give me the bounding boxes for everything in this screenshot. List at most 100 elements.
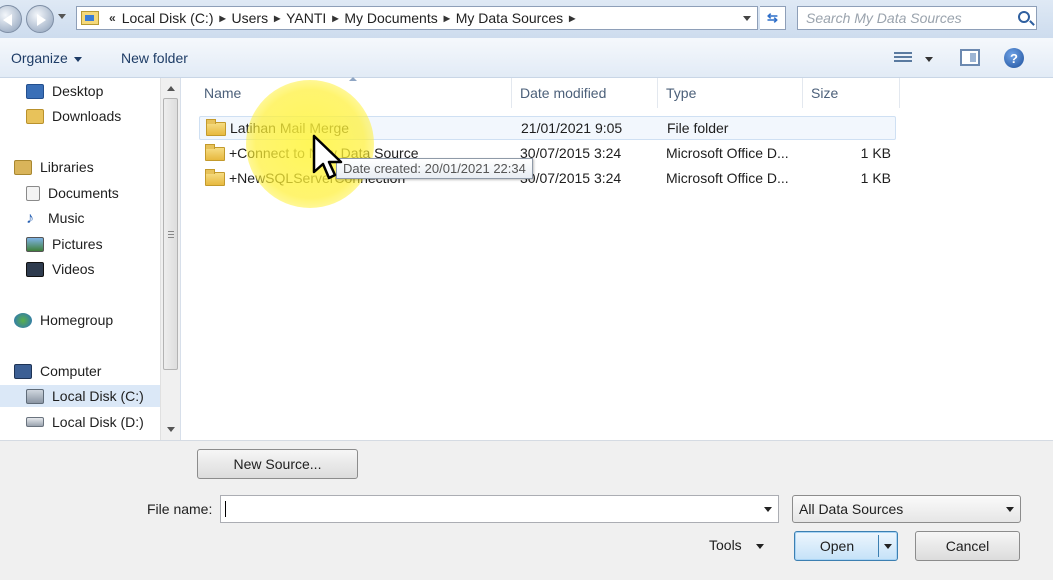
folder-location-icon	[81, 11, 99, 25]
pictures-icon	[26, 236, 44, 252]
organize-button[interactable]: Organize	[11, 50, 82, 66]
dialog-footer: New Source... File name: All Data Source…	[0, 440, 1053, 580]
scroll-up-icon[interactable]	[167, 86, 175, 91]
chevron-right-icon[interactable]: ▸	[444, 11, 450, 25]
nav-item-label: Desktop	[52, 83, 104, 99]
chevron-down-icon[interactable]	[764, 507, 772, 512]
file-type: Microsoft Office D...	[666, 145, 789, 161]
nav-item-pictures[interactable]: Pictures	[26, 233, 103, 255]
nav-item-videos[interactable]: Videos	[26, 258, 95, 280]
tools-menu[interactable]: Tools	[709, 537, 764, 553]
search-icon[interactable]	[1018, 11, 1030, 23]
address-bar: « Local Disk (C:) ▸ Users ▸ YANTI ▸ My D…	[0, 0, 1053, 38]
nav-item-computer[interactable]: Computer	[14, 360, 101, 382]
open-button[interactable]: Open	[794, 531, 898, 561]
nav-item-label: Documents	[48, 185, 119, 201]
file-size: 1 KB	[860, 170, 891, 186]
file-date: 21/01/2021 9:05	[521, 120, 623, 136]
documents-icon	[26, 185, 40, 201]
column-header-type[interactable]: Type	[666, 85, 696, 101]
chevron-right-icon[interactable]: ▸	[569, 11, 575, 25]
sort-ascending-icon	[349, 77, 357, 81]
nav-item-music[interactable]: ♪ Music	[26, 207, 85, 229]
file-date: 30/07/2015 3:24	[520, 170, 622, 186]
file-type-filter-select[interactable]: All Data Sources	[792, 495, 1021, 523]
scroll-thumb[interactable]	[163, 98, 178, 370]
table-row[interactable]: Latihan Mail Merge 21/01/2021 9:05 File …	[199, 116, 896, 140]
forward-button[interactable]	[26, 5, 54, 33]
table-row[interactable]: +NewSQLServerConnection 30/07/2015 3:24 …	[199, 167, 896, 191]
back-arrow-icon	[3, 14, 12, 26]
nav-item-local-disk-c[interactable]: Local Disk (C:)	[0, 385, 160, 407]
forward-arrow-icon	[37, 14, 46, 26]
nav-item-label: Downloads	[52, 108, 122, 124]
text-caret	[225, 501, 226, 517]
search-input[interactable]: Search My Data Sources	[797, 6, 1037, 30]
navigation-pane: Desktop Downloads Libraries Documents ♪ …	[0, 78, 181, 440]
file-list: Name Date modified Type Size Latihan Mai…	[181, 77, 1053, 440]
breadcrumb-overflow[interactable]: «	[109, 11, 116, 25]
column-header-date-modified[interactable]: Date modified	[520, 85, 606, 101]
folder-icon	[205, 144, 225, 161]
recent-pages-dropdown[interactable]	[58, 14, 66, 19]
nav-item-downloads[interactable]: Downloads	[26, 105, 121, 127]
scroll-down-icon[interactable]	[167, 427, 175, 432]
preview-pane-icon[interactable]	[960, 49, 980, 66]
chevron-right-icon[interactable]: ▸	[219, 11, 225, 25]
chevron-right-icon[interactable]: ▸	[332, 11, 338, 25]
nav-item-label: Music	[48, 210, 85, 226]
desktop-icon	[26, 83, 44, 99]
breadcrumb[interactable]: « Local Disk (C:) ▸ Users ▸ YANTI ▸ My D…	[76, 6, 758, 30]
column-divider[interactable]	[511, 78, 512, 108]
breadcrumb-my-documents[interactable]: My Documents	[344, 10, 437, 26]
breadcrumb-yanti[interactable]: YANTI	[286, 10, 326, 26]
folder-icon	[206, 119, 226, 136]
nav-item-label: Local Disk (D:)	[52, 414, 144, 430]
file-name-label: File name:	[147, 501, 213, 517]
refresh-button[interactable]: ⇆	[760, 6, 786, 30]
tools-label: Tools	[709, 537, 742, 553]
chevron-right-icon[interactable]: ▸	[274, 11, 280, 25]
search-placeholder: Search My Data Sources	[806, 10, 962, 26]
open-label: Open	[819, 538, 855, 554]
nav-item-homegroup[interactable]: Homegroup	[14, 309, 113, 331]
cancel-button[interactable]: Cancel	[915, 531, 1020, 561]
nav-item-label: Local Disk (C:)	[52, 388, 144, 404]
file-name-field[interactable]	[220, 495, 779, 523]
breadcrumb-local-disk-c[interactable]: Local Disk (C:)	[122, 10, 214, 26]
table-row[interactable]: +Connect to New Data Source 30/07/2015 3…	[199, 142, 896, 166]
folder-icon	[205, 169, 225, 186]
downloads-icon	[26, 108, 44, 124]
computer-icon	[14, 363, 32, 379]
file-name: Latihan Mail Merge	[230, 120, 350, 136]
column-header-name[interactable]: Name	[204, 85, 241, 101]
date-created-tooltip: Date created: 20/01/2021 22:34	[336, 158, 533, 179]
drive-icon	[26, 388, 44, 404]
nav-item-libraries[interactable]: Libraries	[14, 156, 94, 178]
grip-icon	[168, 231, 174, 239]
breadcrumb-users[interactable]: Users	[232, 10, 269, 26]
nav-scrollbar[interactable]	[160, 78, 180, 440]
new-source-button[interactable]: New Source...	[197, 449, 358, 479]
open-options-dropdown[interactable]	[884, 544, 892, 549]
nav-item-label: Videos	[52, 261, 95, 277]
change-view-icon[interactable]	[894, 52, 912, 64]
address-history-dropdown[interactable]	[743, 15, 751, 21]
help-icon[interactable]: ?	[1004, 48, 1024, 68]
breadcrumb-my-data-sources[interactable]: My Data Sources	[456, 10, 563, 26]
command-toolbar: Organize New folder ?	[0, 38, 1053, 78]
back-button[interactable]	[0, 5, 22, 33]
column-divider[interactable]	[657, 78, 658, 108]
chevron-down-icon	[73, 56, 82, 62]
organize-label: Organize	[11, 50, 68, 66]
nav-item-desktop[interactable]: Desktop	[26, 80, 103, 102]
new-folder-button[interactable]: New folder	[121, 50, 188, 66]
column-divider[interactable]	[802, 78, 803, 108]
view-options-dropdown[interactable]	[925, 57, 933, 62]
nav-item-documents[interactable]: Documents	[26, 182, 119, 204]
nav-item-local-disk-d[interactable]: Local Disk (D:)	[26, 411, 144, 433]
column-header-size[interactable]: Size	[811, 85, 838, 101]
nav-item-label: Pictures	[52, 236, 103, 252]
videos-icon	[26, 261, 44, 277]
column-divider[interactable]	[899, 78, 900, 108]
